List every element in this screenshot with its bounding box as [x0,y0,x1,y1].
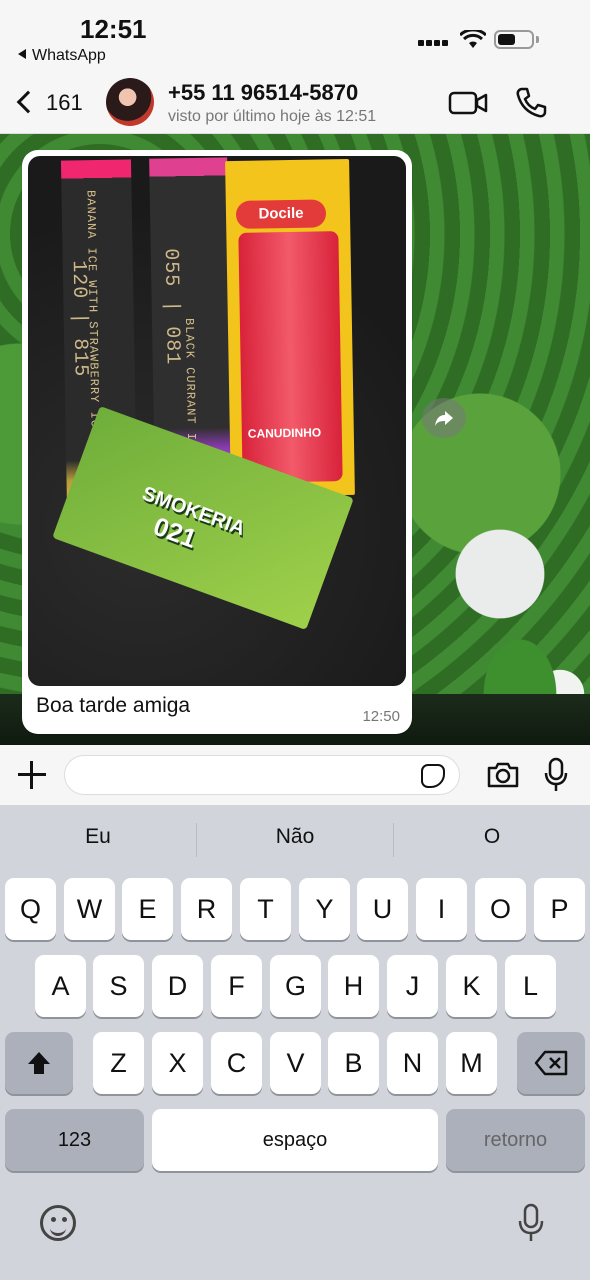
unread-count: 161 [46,90,83,115]
key[interactable]: Q [5,878,56,940]
cellular-signal-icon [418,36,448,50]
suggestion-2[interactable]: Não [197,825,393,849]
back-to-app-link[interactable]: WhatsApp [18,47,106,65]
key[interactable]: B [328,1032,379,1094]
status-bar: 12:51 WhatsApp [0,0,590,72]
space-key[interactable]: espaço [152,1109,438,1171]
backspace-icon [534,1050,568,1076]
chat-area[interactable]: BANANA ICE WITH STRAWBERRY ICE MIX 120 |… [0,134,590,745]
key[interactable]: O [475,878,526,940]
battery-icon [494,30,539,49]
emoji-icon[interactable] [40,1205,76,1241]
suggestion-1[interactable]: Eu [0,825,196,849]
video-camera-icon[interactable] [448,90,488,116]
message-photo[interactable]: BANANA ICE WITH STRAWBERRY ICE MIX 120 |… [28,156,406,686]
plus-icon[interactable] [16,759,48,791]
key[interactable]: W [64,878,115,940]
camera-icon[interactable] [486,761,520,789]
shift-arrow-icon [28,1052,50,1074]
key[interactable]: E [122,878,173,940]
key[interactable]: M [446,1032,497,1094]
key[interactable]: N [387,1032,438,1094]
key[interactable]: S [93,955,144,1017]
key[interactable]: Y [299,878,350,940]
candy-label: CANUDINHO [247,425,322,441]
backspace-key[interactable] [517,1032,585,1094]
candy-brand: Docile [235,199,327,229]
key[interactable]: R [181,878,232,940]
key[interactable]: Z [93,1032,144,1094]
back-button[interactable]: 161 [16,86,86,120]
return-key[interactable]: retorno [446,1109,585,1171]
contact-avatar[interactable] [106,78,154,126]
key[interactable]: X [152,1032,203,1094]
key[interactable]: H [328,955,379,1017]
message-input-bar [0,745,590,805]
back-triangle-icon [18,49,26,59]
key[interactable]: P [534,878,585,940]
box1-numbers: 120 | 815 [66,260,92,378]
candy-straw: Docile CANUDINHO [225,158,355,498]
key[interactable]: F [211,955,262,1017]
sticker-icon[interactable] [421,764,445,788]
suggestion-3[interactable]: O [394,825,590,849]
forward-icon [435,411,453,426]
key[interactable]: C [211,1032,262,1094]
microphone-icon[interactable] [518,1203,544,1243]
message-input[interactable] [64,755,460,795]
key[interactable]: G [270,955,321,1017]
shift-key[interactable] [5,1032,73,1094]
keyboard: Eu Não O Q W E R T Y U I O P A S D F G H… [0,805,590,1280]
box2-numbers: 055 | 081 [158,248,184,366]
key[interactable]: J [387,955,438,1017]
back-app-label: WhatsApp [32,47,106,64]
key[interactable]: T [240,878,291,940]
message-text: Boa tarde amiga [36,694,191,717]
wifi-icon [460,30,486,48]
clock: 12:51 [80,14,147,44]
key[interactable]: U [357,878,408,940]
last-seen-status: visto por último hoje às 12:51 [168,108,377,125]
key[interactable]: K [446,955,497,1017]
numbers-key[interactable]: 123 [5,1109,144,1171]
chat-header: 161 +55 11 96514-5870 visto por último h… [0,72,590,134]
key[interactable]: I [416,878,467,940]
candy-tube [238,231,343,483]
phone-icon[interactable] [514,86,548,120]
chevron-left-icon [16,90,40,114]
key[interactable]: D [152,955,203,1017]
key[interactable]: V [270,1032,321,1094]
message-bubble[interactable]: BANANA ICE WITH STRAWBERRY ICE MIX 120 |… [22,150,412,734]
forward-button[interactable] [422,398,466,438]
contact-name[interactable]: +55 11 96514-5870 [168,80,358,106]
message-time: 12:50 [362,708,400,725]
key[interactable]: A [35,955,86,1017]
key[interactable]: L [505,955,556,1017]
microphone-icon[interactable] [544,757,568,793]
